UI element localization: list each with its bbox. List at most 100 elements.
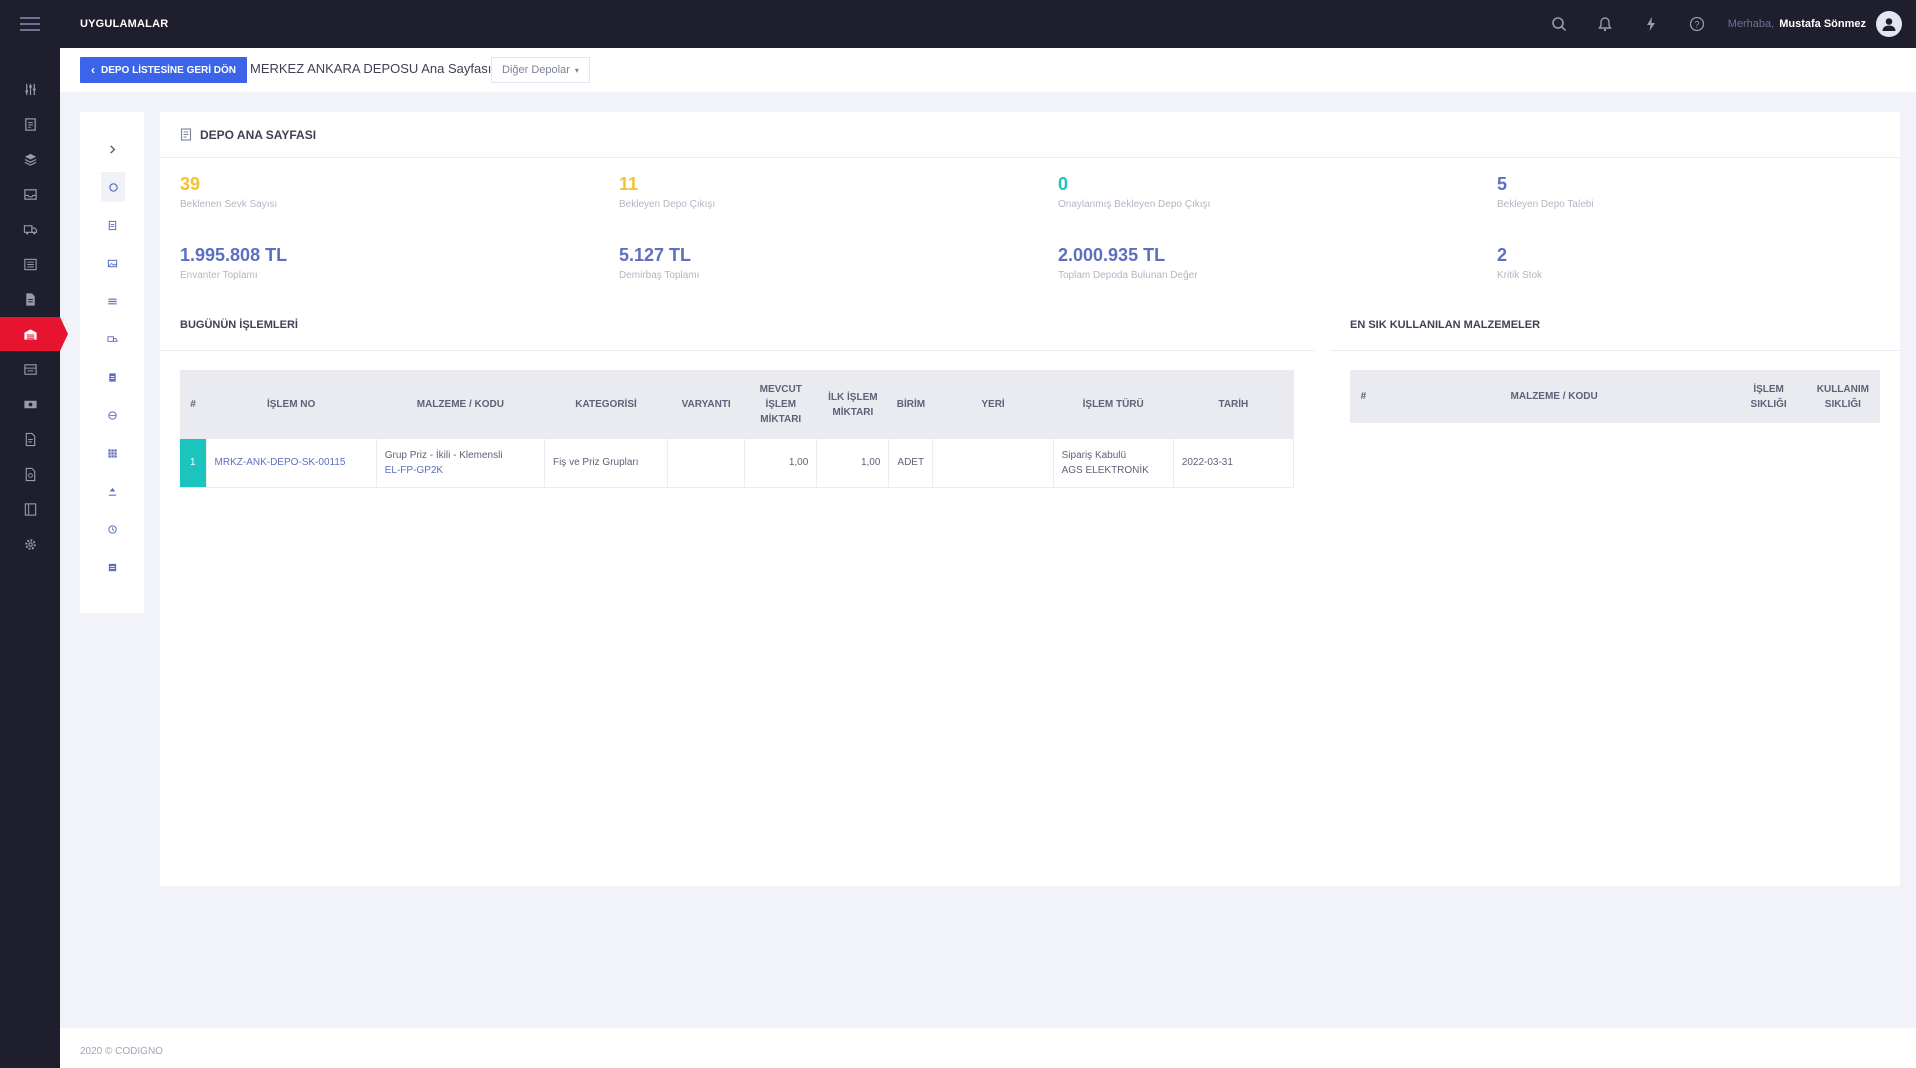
stat-fixture-total[interactable]: 5.127 TL Demirbaş Toplamı: [619, 245, 699, 281]
money-icon[interactable]: [0, 387, 60, 421]
user-name[interactable]: Mustafa Sönmez: [1779, 18, 1866, 30]
greeting-text: Merhaba,: [1727, 18, 1775, 30]
stat-critical-stock[interactable]: 2 Kritik Stok: [1497, 245, 1542, 281]
top-bar: UYGULAMALAR ? Merhaba, Mustafa Sönmez: [0, 0, 1916, 48]
variant-cell: [667, 439, 746, 488]
column-header[interactable]: MEVCUT İŞLEM MİKTARI: [744, 370, 817, 439]
inbox-icon[interactable]: [0, 177, 60, 211]
copyright-text: 2020 © CODIGNO: [80, 1046, 163, 1057]
transaction-number-link[interactable]: MRKZ-ANK-DEPO-SK-00115: [206, 439, 377, 488]
transaction-number[interactable]: MRKZ-ANK-DEPO-SK-00115: [215, 457, 346, 468]
stat-label: Beklenen Sevk Sayısı: [180, 199, 278, 210]
column-header[interactable]: İLK İŞLEM MİKTARI: [816, 370, 889, 439]
lightning-icon[interactable]: [1628, 0, 1674, 48]
svg-text:?: ?: [1694, 20, 1699, 30]
stat-total-depot-value[interactable]: 2.000.935 TL Toplam Depoda Bulunan Değer: [1058, 245, 1198, 281]
stat-value: 5.127 TL: [619, 245, 692, 265]
footer: 2020 © CODIGNO: [60, 1028, 1916, 1068]
avatar-icon[interactable]: [1876, 11, 1902, 37]
todays-transactions-table: # İŞLEM NO MALZEME / KODU KATEGORİSİ VAR…: [180, 370, 1295, 488]
stat-pending-depot-request[interactable]: 5 Bekleyen Depo Talebi: [1497, 174, 1594, 210]
image-icon[interactable]: [80, 248, 144, 278]
column-header[interactable]: VARYANTI: [667, 370, 745, 439]
initial-quantity-cell: 1,00: [816, 439, 890, 488]
archive-icon[interactable]: [80, 552, 144, 582]
invoice-icon[interactable]: [0, 422, 60, 456]
depot-home-card: DEPO ANA SAYFASI 39 Beklenen Sevk Sayısı…: [160, 112, 1900, 886]
list-icon[interactable]: [0, 247, 60, 281]
apps-menu[interactable]: UYGULAMALAR: [80, 18, 168, 30]
column-header[interactable]: MALZEME / KODU: [1376, 370, 1732, 423]
layers-icon[interactable]: [0, 142, 60, 176]
most-used-materials-title: EN SIK KULLANILAN MALZEMELER: [1350, 319, 1541, 331]
grid-icon[interactable]: [80, 438, 144, 468]
table-header-row: # İŞLEM NO MALZEME / KODU KATEGORİSİ VAR…: [180, 370, 1294, 439]
stat-value: 11: [619, 174, 639, 194]
warehouse-icon[interactable]: [0, 317, 68, 351]
document-icon[interactable]: [80, 210, 144, 240]
document-icon[interactable]: [0, 107, 60, 141]
column-header[interactable]: KATEGORİSİ: [544, 370, 668, 439]
stat-approved-pending-exit[interactable]: 0 Onaylanmış Bekleyen Depo Çıkışı: [1058, 174, 1210, 210]
stat-value: 5: [1497, 174, 1508, 194]
stack-icon[interactable]: [80, 286, 144, 316]
stat-value: 2: [1497, 245, 1508, 265]
material-cell: Grup Priz - İkili - Klemensli EL-FP-GP2K: [376, 439, 545, 488]
table-row[interactable]: 1 MRKZ-ANK-DEPO-SK-00115 Grup Priz - İki…: [180, 439, 1295, 488]
bell-icon[interactable]: [1582, 0, 1628, 48]
search-icon[interactable]: [1536, 0, 1582, 48]
stat-expected-shipments[interactable]: 39 Beklenen Sevk Sayısı: [180, 174, 277, 210]
column-header[interactable]: MALZEME / KODU: [376, 370, 545, 439]
depot-side-menu: [80, 112, 144, 613]
subheader: ‹ DEPO LİSTESİNE GERİ DÖN MERKEZ ANKARA …: [60, 48, 1916, 92]
column-header[interactable]: İŞLEM SIKLIĞI: [1731, 370, 1806, 423]
clock-icon[interactable]: [80, 514, 144, 544]
company-name: AGS ELEKTRONİK: [1061, 464, 1149, 476]
dashboard-circle-icon[interactable]: [101, 172, 125, 202]
section-divider: [1330, 350, 1900, 351]
column-header[interactable]: YERİ: [932, 370, 1054, 439]
expand-chevron-icon[interactable]: [80, 134, 144, 164]
book-icon[interactable]: [0, 492, 60, 526]
truck-icon[interactable]: [80, 324, 144, 354]
row-index: 1: [180, 439, 207, 488]
transaction-type: Sipariş Kabulü: [1061, 449, 1127, 461]
globe-icon[interactable]: [80, 400, 144, 430]
truck-icon[interactable]: [0, 212, 60, 246]
column-header[interactable]: KULLANIM SIKLIĞI: [1805, 370, 1880, 423]
todays-transactions-title: BUGÜNÜN İŞLEMLERİ: [180, 319, 298, 331]
help-icon[interactable]: ?: [1674, 0, 1720, 48]
back-button-label: DEPO LİSTESİNE GERİ DÖN: [101, 64, 237, 76]
settings-icon[interactable]: [0, 527, 60, 561]
table-header-row: # MALZEME / KODU İŞLEM SIKLIĞI KULLANIM …: [1350, 370, 1880, 423]
receipt-icon[interactable]: [0, 457, 60, 491]
stat-label: Demirbaş Toplamı: [619, 270, 700, 281]
file-list-icon[interactable]: [80, 362, 144, 392]
column-header: #: [180, 370, 207, 439]
card-title: DEPO ANA SAYFASI: [200, 127, 317, 142]
stat-inventory-total[interactable]: 1.995.808 TL Envanter Toplamı: [180, 245, 287, 281]
other-depots-dropdown[interactable]: Diğer Depolar ▾: [491, 57, 590, 83]
column-header[interactable]: BİRİM: [888, 370, 933, 439]
column-header[interactable]: İŞLEM NO: [206, 370, 377, 439]
stat-label: Bekleyen Depo Talebi: [1497, 199, 1594, 210]
hamburger-menu-icon[interactable]: [0, 0, 60, 48]
transaction-type-cell: Sipariş Kabulü AGS ELEKTRONİK: [1053, 439, 1174, 488]
material-name: Grup Priz - İkili - Klemensli: [384, 449, 503, 461]
sliders-icon[interactable]: [0, 72, 60, 106]
material-code-link[interactable]: EL-FP-GP2K: [385, 463, 536, 478]
category-cell: Fiş ve Priz Grupları: [544, 439, 669, 488]
top-right-toolbar: ? Merhaba, Mustafa Sönmez: [1536, 0, 1902, 48]
stat-value: 2.000.935 TL: [1058, 245, 1166, 265]
stat-value: 0: [1058, 174, 1069, 194]
upload-icon[interactable]: [80, 476, 144, 506]
stat-pending-depot-exit[interactable]: 11 Bekleyen Depo Çıkışı: [619, 174, 715, 210]
store-icon[interactable]: [0, 352, 60, 386]
unit-cell: ADET: [888, 439, 934, 488]
column-header[interactable]: TARİH: [1173, 370, 1294, 439]
card-header: DEPO ANA SAYFASI: [160, 112, 1900, 158]
stat-label: Envanter Toplamı: [180, 270, 258, 281]
column-header[interactable]: İŞLEM TÜRÜ: [1053, 370, 1174, 439]
back-to-depot-list-button[interactable]: ‹ DEPO LİSTESİNE GERİ DÖN: [80, 57, 248, 83]
file-icon[interactable]: [0, 282, 60, 316]
